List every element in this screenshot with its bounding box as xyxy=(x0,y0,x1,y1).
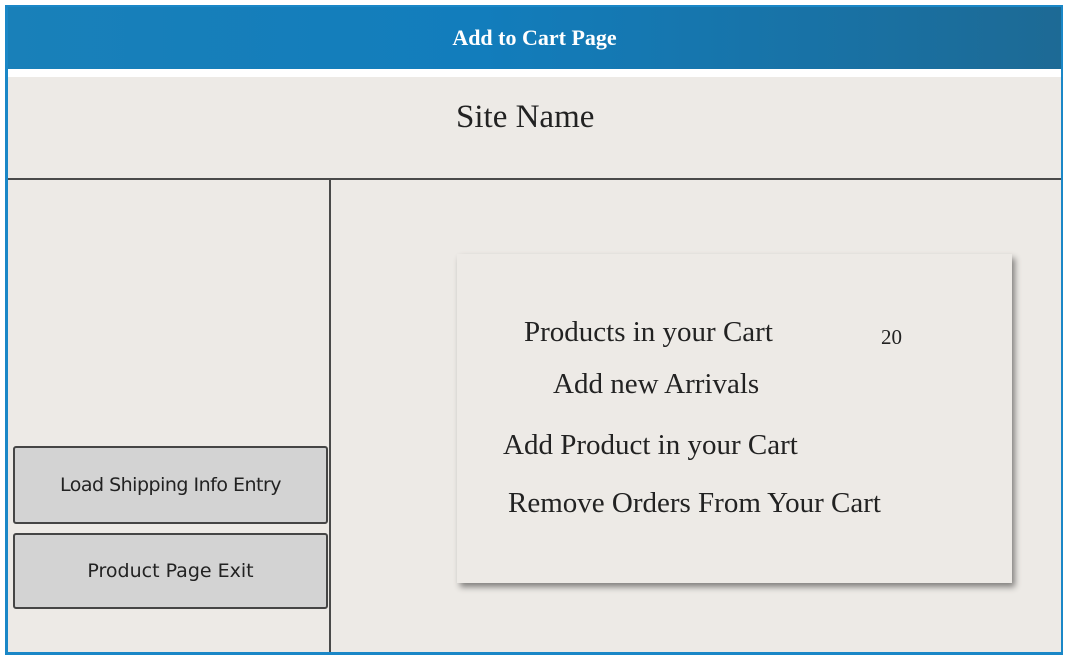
product-page-exit-button[interactable]: Product Page Exit xyxy=(13,533,328,609)
window-title: Add to Cart Page xyxy=(452,25,617,50)
cart-panel: Products in your Cart 20 Add new Arrival… xyxy=(457,254,1012,583)
remove-orders-link[interactable]: Remove Orders From Your Cart xyxy=(508,487,881,520)
load-shipping-info-button[interactable]: Load Shipping Info Entry xyxy=(13,446,328,524)
sidebar: Load Shipping Info Entry Product Page Ex… xyxy=(8,180,331,652)
products-in-cart-label: Products in your Cart xyxy=(524,316,773,348)
add-product-to-cart-link[interactable]: Add Product in your Cart xyxy=(503,429,798,462)
site-header: Site Name xyxy=(8,77,1061,180)
app-window: Add to Cart Page Site Name Load Shipping… xyxy=(5,5,1063,655)
cart-count: 20 xyxy=(881,325,902,349)
site-name: Site Name xyxy=(456,99,595,135)
main-content: Products in your Cart 20 Add new Arrival… xyxy=(331,180,1061,652)
title-bar: Add to Cart Page xyxy=(8,7,1061,69)
add-new-arrivals-link[interactable]: Add new Arrivals xyxy=(553,368,759,401)
